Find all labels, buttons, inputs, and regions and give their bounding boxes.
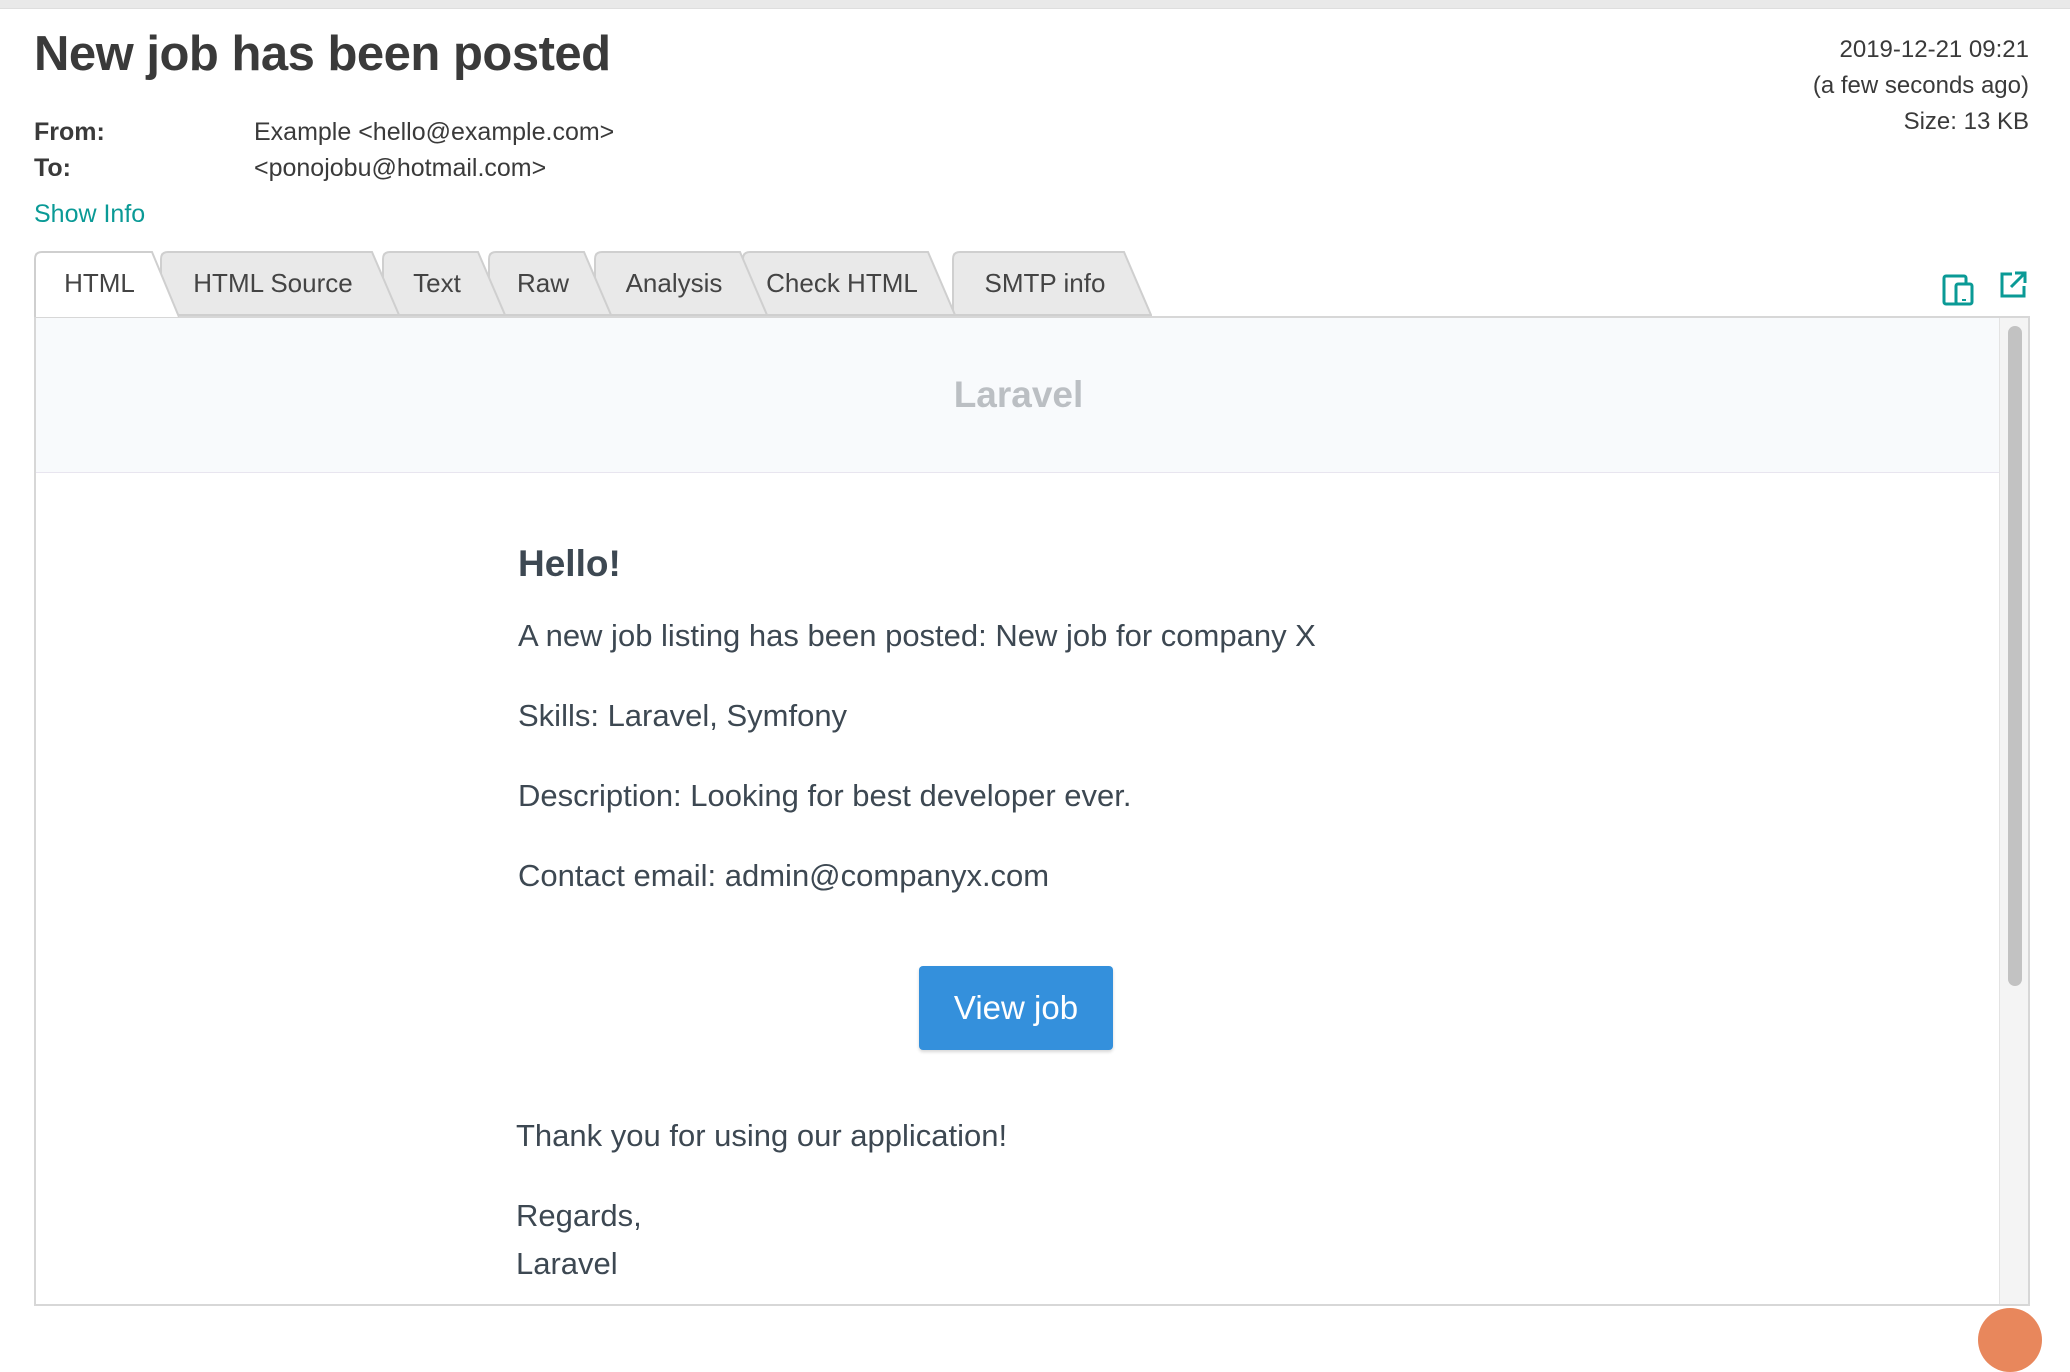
- email-brand[interactable]: Laravel: [954, 374, 1084, 416]
- show-info-link[interactable]: Show Info: [34, 200, 145, 229]
- to-value: <ponojobu@hotmail.com>: [254, 154, 547, 182]
- open-new-window-icon[interactable]: [1998, 270, 2028, 311]
- tab-raw[interactable]: Raw: [488, 251, 612, 316]
- email-line-job: A new job listing has been posted: New j…: [518, 618, 1316, 653]
- message-meta: 2019-12-21 09:21 (a few seconds ago) Siz…: [1813, 32, 2029, 140]
- email-regards: Regards,: [516, 1198, 642, 1233]
- tab-text-label: Text: [413, 267, 461, 298]
- email-thanks: Thank you for using our application!: [516, 1118, 1008, 1153]
- email-line-skills: Skills: Laravel, Symfony: [518, 698, 848, 733]
- tab-check-html-label: Check HTML: [766, 267, 918, 298]
- tab-analysis-label: Analysis: [625, 267, 723, 298]
- email-signature: Laravel: [516, 1246, 618, 1281]
- tab-smtp-info-label: SMTP info: [984, 267, 1106, 298]
- tab-html[interactable]: HTML: [34, 251, 179, 317]
- tab-analysis[interactable]: Analysis: [594, 251, 768, 316]
- email-greeting: Hello!: [518, 543, 621, 584]
- tab-html-label: HTML: [64, 267, 135, 298]
- responsive-view-icon[interactable]: [1942, 270, 1976, 311]
- window-top-border: [0, 0, 2070, 9]
- email-body: Hello! A new job listing has been posted…: [518, 543, 1518, 933]
- message-subject: New job has been posted: [34, 27, 611, 81]
- email-line-contact: Contact email: admin@companyx.com: [518, 858, 1050, 893]
- help-bubble[interactable]: [1978, 1308, 2042, 1372]
- email-line-description: Description: Looking for best developer …: [518, 778, 1132, 813]
- from-value: Example <hello@example.com>: [254, 118, 615, 146]
- tab-smtp-info[interactable]: SMTP info: [952, 251, 1152, 316]
- tab-html-source[interactable]: HTML Source: [160, 251, 400, 316]
- tab-text[interactable]: Text: [382, 251, 506, 316]
- email-preview-frame: Laravel Hello! A new job listing has bee…: [34, 316, 2030, 1306]
- from-label: From:: [34, 118, 105, 146]
- frame-scrollbar-thumb[interactable]: [2008, 326, 2022, 986]
- tab-html-source-label: HTML Source: [193, 267, 353, 298]
- to-label: To:: [34, 154, 72, 182]
- email-header: Laravel: [36, 318, 2001, 473]
- tab-check-html[interactable]: Check HTML: [742, 251, 956, 316]
- frame-scrollbar[interactable]: [1999, 318, 2028, 1304]
- message-size: Size: 13 KB: [1903, 108, 2029, 135]
- message-date: 2019-12-21 09:21: [1839, 36, 2030, 63]
- tab-raw-label: Raw: [516, 267, 569, 298]
- tab-toolbar: [1942, 270, 2028, 311]
- message-relative-time: (a few seconds ago): [1812, 72, 2029, 99]
- view-job-button[interactable]: View job: [919, 966, 1113, 1050]
